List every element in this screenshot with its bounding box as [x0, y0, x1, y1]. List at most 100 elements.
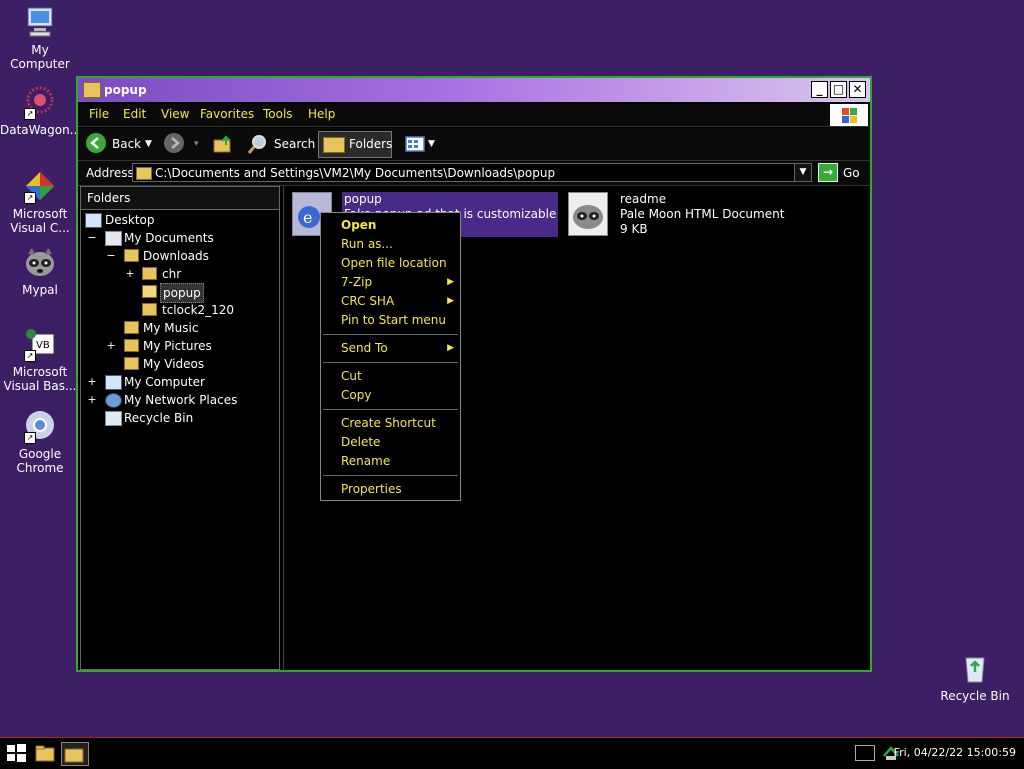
ctx-create-shortcut[interactable]: Create Shortcut [341, 414, 436, 432]
expand-icon[interactable]: + [87, 373, 97, 391]
forward-arrow-icon[interactable] [164, 133, 184, 153]
taskbar-explorer-window-button[interactable] [61, 742, 89, 766]
folder-up-icon[interactable] [212, 133, 234, 155]
desktop-icon-mypal[interactable]: Mypal [0, 244, 80, 297]
folder-icon [124, 249, 139, 262]
file-description: Pale Moon HTML Document [620, 207, 785, 221]
menu-separator [323, 362, 458, 363]
desktop-icon-recycle-bin[interactable]: Recycle Bin [935, 650, 1015, 703]
back-arrow-icon[interactable] [86, 133, 106, 153]
recycle-bin-icon [957, 650, 993, 686]
back-dropdown-icon[interactable]: ▼ [145, 133, 152, 155]
address-dropdown-icon[interactable]: ▼ [794, 164, 811, 181]
ctx-7zip[interactable]: 7-Zip [341, 273, 372, 291]
desktop-icon-my-computer[interactable]: My Computer [0, 4, 80, 71]
shortcut-arrow-icon: ↗ [24, 192, 36, 204]
folders-button-frame[interactable]: Folders [318, 131, 392, 158]
network-icon [105, 393, 122, 408]
computer-icon [22, 4, 58, 40]
go-arrow-icon[interactable]: → [818, 163, 838, 182]
back-button[interactable]: Back [112, 133, 141, 155]
menu-favorites[interactable]: Favorites [200, 107, 254, 121]
shortcut-arrow-icon: ↗ [24, 432, 36, 444]
desktop-icon-label: Microsoft Visual C... [10, 207, 70, 235]
maximize-button[interactable]: □ [830, 81, 847, 98]
folder-icon [136, 167, 152, 180]
menu-help[interactable]: Help [308, 107, 335, 121]
ctx-crc-sha[interactable]: CRC SHA [341, 292, 394, 310]
address-value: C:\Documents and Settings\VM2\My Documen… [155, 166, 556, 180]
file-item-readme[interactable]: readme Pale Moon HTML Document 9 KB [568, 192, 808, 238]
keyboard-icon[interactable] [855, 745, 875, 761]
shortcut-arrow-icon: ↗ [24, 108, 36, 120]
file-text-readme: readme Pale Moon HTML Document 9 KB [620, 192, 784, 237]
videos-folder-icon [124, 357, 139, 370]
forward-dropdown-icon[interactable]: ▾ [194, 133, 199, 155]
menu-separator [323, 334, 458, 335]
menu-file[interactable]: File [89, 107, 109, 121]
menu-view[interactable]: View [161, 107, 189, 121]
recycle-bin-icon [105, 411, 122, 426]
ctx-open[interactable]: Open [341, 216, 376, 234]
ctx-rename[interactable]: Rename [341, 452, 390, 470]
desktop-icon [85, 213, 102, 228]
documents-folder-icon [105, 231, 122, 246]
menu-tools[interactable]: Tools [263, 107, 293, 121]
address-input[interactable]: C:\Documents and Settings\VM2\My Documen… [132, 163, 812, 182]
pictures-folder-icon [124, 339, 139, 352]
address-bar: Address C:\Documents and Settings\VM2\My… [78, 161, 870, 186]
title-bar[interactable]: popup _ □ ✕ [78, 78, 870, 102]
go-button[interactable]: Go [843, 166, 860, 180]
submenu-arrow-icon: ▶ [447, 277, 454, 287]
desktop-icon-datawagon[interactable]: ↗ DataWagon... [0, 84, 82, 137]
desktop-icon-visual-c[interactable]: ↗ Microsoft Visual C... [0, 168, 80, 235]
ctx-delete[interactable]: Delete [341, 433, 380, 451]
datawagon-icon: ↗ [22, 84, 58, 120]
collapse-icon[interactable]: − [87, 229, 97, 247]
close-button[interactable]: ✕ [849, 81, 866, 98]
chrome-icon: ↗ [22, 408, 58, 444]
desktop-icon-visual-basic[interactable]: VB ↗ Microsoft Visual Bas... [0, 326, 80, 393]
ctx-properties[interactable]: Properties [341, 480, 402, 498]
ctx-send-to[interactable]: Send To [341, 339, 388, 357]
desktop-icon-label: Google Chrome [16, 447, 64, 475]
windows-logo-icon [830, 104, 868, 126]
window-title: popup [104, 83, 147, 97]
search-button[interactable]: Search [274, 133, 315, 155]
visual-basic-icon: VB ↗ [22, 326, 58, 362]
ctx-run-as[interactable]: Run as... [341, 235, 393, 253]
file-size: 9 KB [620, 222, 648, 236]
open-folder-icon [142, 285, 157, 298]
views-dropdown-icon[interactable]: ▼ [428, 133, 435, 155]
menu-separator [323, 409, 458, 410]
expand-icon[interactable]: + [87, 391, 97, 409]
minimize-button[interactable]: _ [811, 81, 828, 98]
ctx-open-file-location[interactable]: Open file location [341, 254, 447, 272]
ctx-cut[interactable]: Cut [341, 367, 362, 385]
ctx-copy[interactable]: Copy [341, 386, 371, 404]
folder-icon [83, 82, 101, 98]
search-icon[interactable] [247, 133, 269, 155]
ctx-pin-to-start[interactable]: Pin to Start menu [341, 311, 446, 329]
clock[interactable]: Fri, 04/22/22 15:00:59 [894, 746, 1016, 759]
pale-moon-document-icon [568, 192, 608, 236]
desktop-icon-google-chrome[interactable]: ↗ Google Chrome [0, 408, 80, 475]
shortcut-arrow-icon: ↗ [24, 350, 36, 362]
file-name: readme [620, 192, 667, 206]
menu-edit[interactable]: Edit [123, 107, 146, 121]
start-button-windows-icon[interactable] [5, 742, 27, 764]
menu-separator [323, 475, 458, 476]
desktop-icon-label: My Computer [10, 43, 70, 71]
desktop-icon-label: Microsoft Visual Bas... [3, 365, 77, 393]
file-name: popup [344, 192, 382, 206]
desktop-icon-label: DataWagon... [0, 123, 82, 137]
desktop-icon-label: Mypal [22, 283, 58, 297]
expand-icon[interactable]: + [106, 337, 116, 355]
collapse-icon[interactable]: − [106, 247, 116, 265]
computer-icon [105, 375, 122, 390]
explorer-quicklaunch-folder-icon[interactable] [34, 742, 56, 764]
submenu-arrow-icon: ▶ [447, 343, 454, 353]
expand-icon[interactable]: + [125, 265, 135, 283]
svg-text:e: e [303, 208, 312, 227]
views-icon[interactable] [404, 133, 426, 155]
